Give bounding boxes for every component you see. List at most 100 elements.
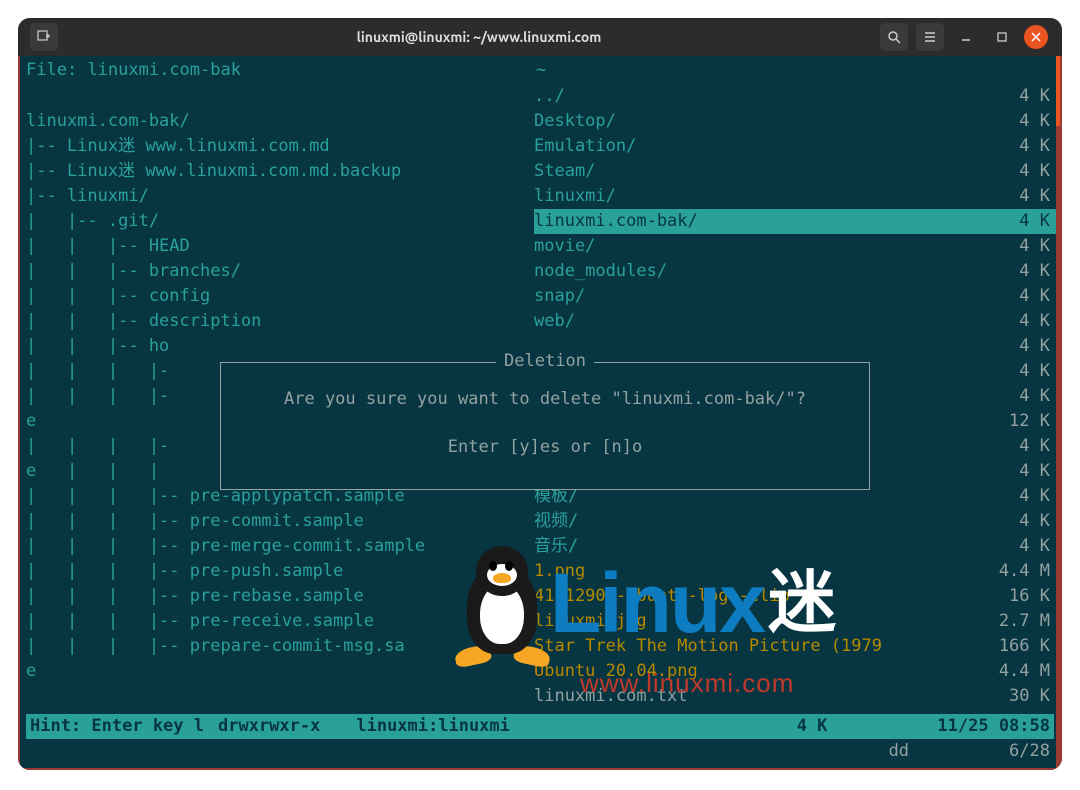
file-row[interactable]: linuxmi/4 K bbox=[534, 184, 1056, 209]
file-name: movie/ bbox=[534, 234, 595, 259]
file-size: 4 K bbox=[990, 159, 1050, 184]
search-button[interactable] bbox=[880, 23, 908, 51]
file-value: linuxmi.com-bak bbox=[87, 58, 241, 83]
tree-line: | | | |-- pre-push.sample bbox=[26, 559, 526, 584]
file-row[interactable]: Emulation/4 K bbox=[534, 134, 1056, 159]
scrollbar[interactable] bbox=[1056, 56, 1060, 768]
menu-button[interactable] bbox=[916, 23, 944, 51]
tree-line: | | |-- config bbox=[26, 284, 526, 309]
tree-line: linuxmi.com-bak/ bbox=[26, 109, 526, 134]
file-row[interactable]: web/4 K bbox=[534, 309, 1056, 334]
file-size: 4 K bbox=[990, 284, 1050, 309]
minimize-button[interactable] bbox=[952, 23, 980, 51]
file-date: 11/25 08:58 bbox=[937, 714, 1050, 739]
window-frame: linuxmi@linuxmi: ~/www.linuxmi.com File:… bbox=[18, 18, 1062, 770]
file-size: 4.4 M bbox=[990, 659, 1050, 684]
tree-line: | |-- .git/ bbox=[26, 209, 526, 234]
maximize-icon bbox=[996, 31, 1008, 43]
tree-line: | | | |-- pre-commit.sample bbox=[26, 509, 526, 534]
file-row[interactable]: 41-12903-ubuntu-logo-clip16 K bbox=[534, 584, 1056, 609]
tree-line: | | | |-- pre-merge-commit.sample bbox=[26, 534, 526, 559]
file-size: 4 K bbox=[990, 209, 1050, 234]
tree-line: | | | |-- pre-rebase.sample bbox=[26, 584, 526, 609]
status-bar: Hint: Enter key l drwxrwxr-x linuxmi:lin… bbox=[26, 714, 1054, 739]
file-size: 4 K bbox=[990, 434, 1050, 459]
tree-line: |-- linuxmi/ bbox=[26, 184, 526, 209]
close-button[interactable] bbox=[1024, 25, 1048, 49]
file-row[interactable]: Star Trek The Motion Picture (1979166 K bbox=[534, 634, 1056, 659]
file-row[interactable]: linuxmi.jpg 2.7 M bbox=[534, 609, 1056, 634]
window-title: linuxmi@linuxmi: ~/www.linuxmi.com bbox=[78, 29, 880, 45]
file-name: 1.png bbox=[534, 559, 585, 584]
file-size: 4 K bbox=[990, 134, 1050, 159]
file-name: linuxmi/ bbox=[534, 184, 616, 209]
file-size: 4 K bbox=[990, 459, 1050, 484]
tree-line: |-- Linux迷 www.linuxmi.com.md.backup bbox=[26, 159, 526, 184]
file-name: linuxmi.com-bak/ bbox=[534, 209, 698, 234]
deletion-dialog: Deletion Are you sure you want to delete… bbox=[220, 362, 870, 490]
file-row[interactable]: movie/4 K bbox=[534, 234, 1056, 259]
file-row[interactable]: node_modules/4 K bbox=[534, 259, 1056, 284]
maximize-button[interactable] bbox=[988, 23, 1016, 51]
file-size: 4 K bbox=[990, 509, 1050, 534]
tree-line: |-- Linux迷 www.linuxmi.com.md bbox=[26, 134, 526, 159]
permissions: drwxrwxr-x bbox=[218, 714, 320, 739]
file-name: 视频/ bbox=[534, 509, 578, 534]
tree-line bbox=[26, 84, 526, 109]
file-row[interactable]: linuxmi.com-bak/4 K bbox=[534, 209, 1056, 234]
file-name: web/ bbox=[534, 309, 575, 334]
search-icon bbox=[887, 30, 901, 44]
tree-line: | | |-- HEAD bbox=[26, 234, 526, 259]
tree-line: | | | |-- prepare-commit-msg.sa bbox=[26, 634, 526, 659]
dialog-prompt[interactable]: Enter [y]es or [n]o bbox=[221, 423, 869, 471]
file-size: 4.4 M bbox=[990, 559, 1050, 584]
file-size: 4 K bbox=[990, 309, 1050, 334]
titlebar: linuxmi@linuxmi: ~/www.linuxmi.com bbox=[18, 18, 1062, 56]
file-row[interactable]: ../ 4 K bbox=[534, 84, 1056, 109]
new-tab-button[interactable] bbox=[30, 23, 58, 51]
new-tab-icon bbox=[37, 30, 51, 44]
file-size: 4 K bbox=[990, 534, 1050, 559]
file-size: 4 K bbox=[990, 359, 1050, 384]
scrollbar-thumb[interactable] bbox=[1056, 56, 1060, 126]
owner-group: linuxmi:linuxmi bbox=[356, 714, 510, 739]
file-row[interactable]: 1.png 4.4 M bbox=[534, 559, 1056, 584]
dialog-title: Deletion bbox=[496, 349, 594, 374]
terminal-area[interactable]: File: linuxmi.com-bak ~ linuxmi.com-bak/… bbox=[18, 56, 1062, 770]
tree-line: | | |-- description bbox=[26, 309, 526, 334]
dialog-message: Are you sure you want to delete "linuxmi… bbox=[221, 375, 869, 423]
file-row[interactable]: Desktop/4 K bbox=[534, 109, 1056, 134]
file-size: 4 K bbox=[990, 84, 1050, 109]
file-name: linuxmi.jpg bbox=[534, 609, 647, 634]
file-name: snap/ bbox=[534, 284, 585, 309]
file-size: 4 K bbox=[990, 334, 1050, 359]
file-size: 4 K bbox=[990, 384, 1050, 409]
header-line: File: linuxmi.com-bak ~ bbox=[20, 56, 1060, 83]
file-size: 4 K bbox=[990, 234, 1050, 259]
tree-line: e bbox=[26, 659, 526, 684]
tree-line: | | | |-- pre-receive.sample bbox=[26, 609, 526, 634]
file-name: Star Trek The Motion Picture (1979 bbox=[534, 634, 882, 659]
file-size: 4 K bbox=[990, 109, 1050, 134]
file-size: 4 K bbox=[990, 259, 1050, 284]
watermark-url: www.linuxmi.com bbox=[580, 671, 794, 696]
tree-line: | | |-- ho bbox=[26, 334, 526, 359]
file-size: 12 K bbox=[990, 409, 1050, 434]
position-indicator: 6/28 bbox=[1009, 739, 1050, 764]
file-name: 音乐/ bbox=[534, 534, 578, 559]
file-size: 2.7 M bbox=[990, 609, 1050, 634]
minimize-icon bbox=[959, 30, 973, 44]
hint-text: Hint: Enter key l bbox=[30, 714, 204, 739]
file-row[interactable]: Steam/4 K bbox=[534, 159, 1056, 184]
mode-bar: dd 6/28 bbox=[26, 739, 1054, 764]
file-label: File: bbox=[26, 58, 77, 83]
file-name: ../ bbox=[534, 84, 565, 109]
file-row[interactable]: 4 K bbox=[534, 334, 1056, 359]
file-row[interactable]: 音乐/4 K bbox=[534, 534, 1056, 559]
file-size: 30 K bbox=[990, 684, 1050, 709]
close-icon bbox=[1031, 32, 1041, 42]
file-row[interactable]: 视频/4 K bbox=[534, 509, 1056, 534]
file-row[interactable]: snap/4 K bbox=[534, 284, 1056, 309]
file-name: Emulation/ bbox=[534, 134, 636, 159]
file-size: 16 K bbox=[990, 584, 1050, 609]
